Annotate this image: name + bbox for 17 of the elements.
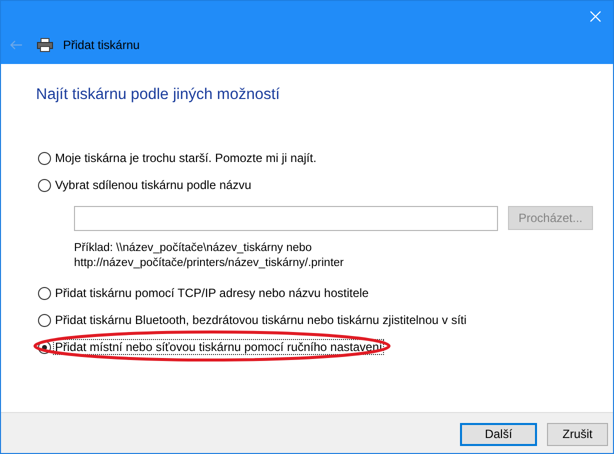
radio-button[interactable] [38, 314, 51, 326]
example-text: http://název_počítače/printers/název_tiskárny/.printer [74, 256, 345, 271]
option-label[interactable]: Moje tiskárna je trochu starší. Pomozte mi ji najít. [54, 151, 318, 165]
radio-button[interactable] [38, 286, 51, 300]
printer-name-field[interactable] [74, 206, 498, 231]
option-label[interactable]: Vybrat sdílenou tiskárnu podle názvu [54, 178, 252, 192]
printer-icon [37, 38, 53, 52]
next-button[interactable]: Další [460, 422, 537, 446]
page-heading: Najít tiskárnu podle jiných možností [36, 86, 281, 104]
option-label[interactable]: Přidat tiskárnu pomocí TCP/IP adresy nebo názvu hostitele [54, 286, 370, 300]
radio-button[interactable] [38, 152, 51, 164]
close-icon[interactable] [590, 10, 601, 22]
cancel-button[interactable]: Zrušit [547, 422, 608, 446]
example-text: Příklad: \\název_počítače\název_tiskárny nebo [74, 241, 313, 256]
option-label[interactable]: Přidat tiskárnu Bluetooth, bezdrátovou tiskárnu nebo tiskárnu zjistitelnou v síti [54, 313, 468, 327]
window-title: Přidat tiskárnu [63, 38, 140, 52]
radio-button[interactable] [38, 178, 51, 192]
